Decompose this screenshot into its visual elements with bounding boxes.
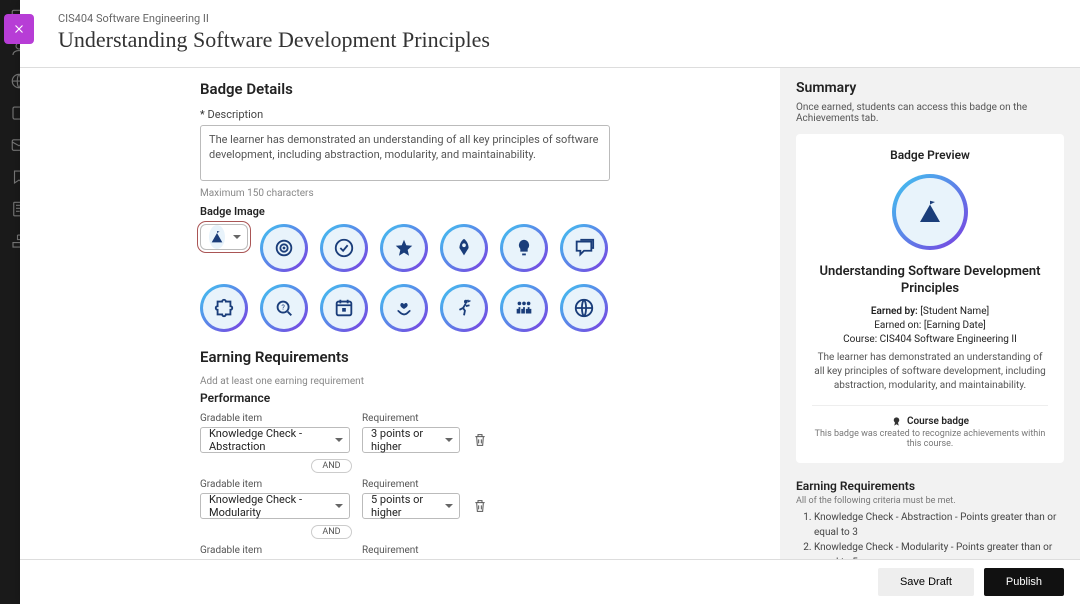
summary-heading: Summary	[796, 80, 1064, 96]
course-badge-label: Course badge	[812, 416, 1048, 427]
summary-req-heading: Earning Requirements	[796, 479, 1064, 493]
badge-preview-label: Badge Preview	[812, 148, 1048, 162]
summary-panel: Summary Once earned, students can access…	[780, 68, 1080, 559]
search-icon: ?	[263, 287, 305, 329]
summary-req-allof: All of the following criteria must be me…	[796, 496, 1064, 506]
runner-icon	[443, 287, 485, 329]
performance-row: Gradable item Knowledge Check - Modularit…	[200, 479, 760, 519]
bulb-icon	[503, 227, 545, 269]
main-panel: Badge Details Description Maximum 150 ch…	[20, 68, 780, 559]
preview-earned-by: Earned by: [Student Name]	[812, 306, 1048, 317]
svg-text:?: ?	[281, 303, 285, 312]
preview-description: The learner has demonstrated an understa…	[812, 351, 1048, 406]
gradable-item-select[interactable]: Knowledge Check - Modularity	[200, 493, 350, 519]
summary-req-item: Knowledge Check - Abstraction - Points g…	[814, 510, 1064, 540]
and-separator: AND	[311, 525, 351, 539]
performance-label: Performance	[200, 391, 760, 405]
badge-option-runner[interactable]	[440, 284, 488, 332]
preview-earned-on: Earned on: [Earning Date]	[812, 320, 1048, 331]
requirement-label: Requirement	[362, 413, 460, 424]
description-input[interactable]	[200, 125, 610, 181]
summary-req-item: Knowledge Check - Modularity - Points gr…	[814, 540, 1064, 559]
rocket-icon	[443, 227, 485, 269]
badge-option-calendar[interactable]	[320, 284, 368, 332]
modal-header: CIS404 Software Engineering II Understan…	[20, 0, 1080, 68]
requirement-select[interactable]: 3 points or higher	[362, 427, 460, 453]
close-button[interactable]	[4, 14, 34, 44]
people-icon	[503, 287, 545, 329]
gradable-item-label: Gradable item	[200, 545, 350, 556]
delete-row-button[interactable]	[472, 498, 488, 514]
badge-option-people[interactable]	[500, 284, 548, 332]
modal-footer: Save Draft Publish	[20, 559, 1080, 604]
gradable-item-select[interactable]: Knowledge Check - Abstraction	[200, 427, 350, 453]
requirement-select[interactable]: 5 points or higher	[362, 493, 460, 519]
badge-modal: CIS404 Software Engineering II Understan…	[20, 0, 1080, 604]
publish-button[interactable]: Publish	[984, 568, 1064, 596]
star-icon	[383, 227, 425, 269]
preview-course: Course: CIS404 Software Engineering II	[812, 334, 1048, 345]
delete-row-button[interactable]	[472, 432, 488, 448]
badge-option-rocket[interactable]	[440, 224, 488, 272]
page-title: Understanding Software Development Princ…	[58, 27, 1052, 53]
heart-hand-icon	[383, 287, 425, 329]
requirement-label: Requirement	[362, 479, 460, 490]
badge-image-grid: ?	[200, 224, 620, 332]
and-separator: AND	[311, 459, 351, 473]
earning-hint: Add at least one earning requirement	[200, 376, 760, 387]
badge-option-flag[interactable]	[200, 224, 248, 250]
badge-option-check[interactable]	[320, 224, 368, 272]
check-icon	[323, 227, 365, 269]
description-label: Description	[200, 108, 760, 121]
summary-requirements: Earning Requirements All of the followin…	[796, 479, 1064, 559]
badge-option-star[interactable]	[380, 224, 428, 272]
breadcrumb: CIS404 Software Engineering II	[58, 12, 1052, 25]
badge-option-chat[interactable]	[560, 224, 608, 272]
section-badge-details: Badge Details	[200, 80, 760, 98]
target-icon	[263, 227, 305, 269]
save-draft-button[interactable]: Save Draft	[878, 568, 974, 596]
badge-option-search[interactable]: ?	[260, 284, 308, 332]
course-badge-sub: This badge was created to recognize achi…	[812, 429, 1048, 449]
calendar-icon	[323, 287, 365, 329]
gradable-item-label: Gradable item	[200, 413, 350, 424]
preview-badge-name: Understanding Software Development Princ…	[812, 264, 1048, 298]
performance-row: Gradable itemKnowledge Check - Maintaina…	[200, 545, 760, 559]
performance-row: Gradable item Knowledge Check - Abstracti…	[200, 413, 760, 453]
badge-preview-image	[892, 174, 968, 250]
badge-image-label: Badge Image	[200, 205, 760, 218]
flag-icon	[209, 225, 225, 249]
puzzle-icon	[203, 287, 245, 329]
summary-sub: Once earned, students can access this ba…	[796, 102, 1064, 124]
badge-option-target[interactable]	[260, 224, 308, 272]
badge-option-globe[interactable]	[560, 284, 608, 332]
globe-icon	[563, 287, 605, 329]
chat-icon	[563, 227, 605, 269]
gradable-item-label: Gradable item	[200, 479, 350, 490]
badge-option-puzzle[interactable]	[200, 284, 248, 332]
badge-preview-card: Badge Preview Understanding Software Dev…	[796, 134, 1064, 463]
badge-option-bulb[interactable]	[500, 224, 548, 272]
badge-option-heart-hand[interactable]	[380, 284, 428, 332]
description-helper: Maximum 150 characters	[200, 188, 760, 199]
requirement-label: Requirement	[362, 545, 460, 556]
section-earning: Earning Requirements	[200, 348, 760, 366]
